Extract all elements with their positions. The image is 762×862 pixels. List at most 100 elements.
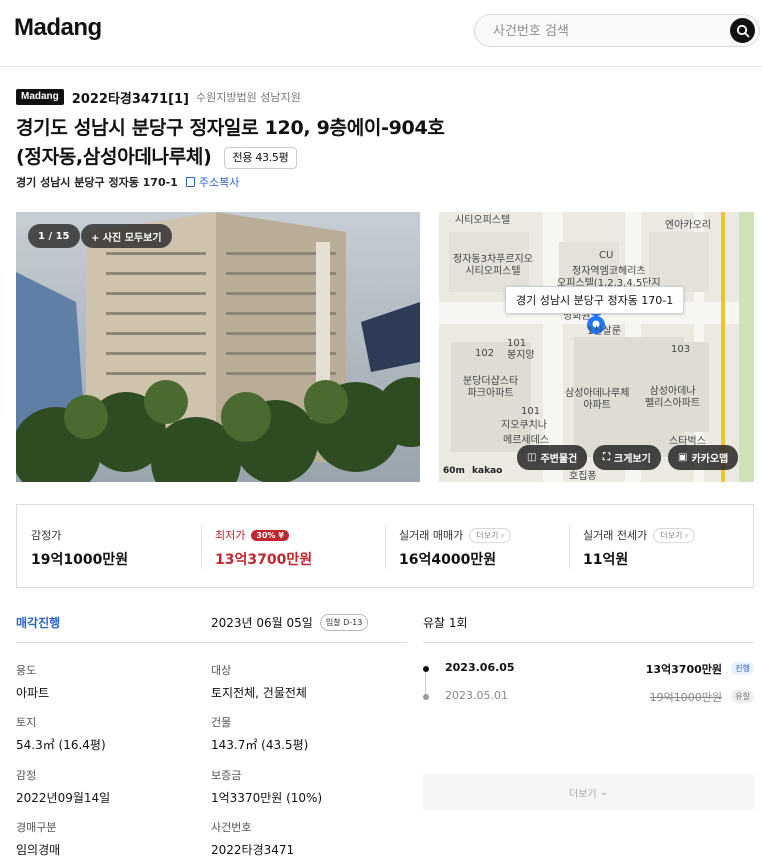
discount-percent: 30% bbox=[256, 530, 276, 540]
property-photo[interactable]: 1 / 15 + 사진 모두보기 bbox=[16, 212, 420, 482]
map-label: 삼성아데나 펠리스아파트 bbox=[645, 386, 701, 409]
enlarge-map-button[interactable]: ⛶ 크게보기 bbox=[593, 445, 661, 470]
title-line-1: 경기도 성남시 분당구 정자일로 120, 9층에이-904호 bbox=[16, 117, 445, 139]
usage-value: 아파트 bbox=[16, 686, 50, 700]
history-row: 2023.05.01 19억1000만원 유찰 bbox=[423, 689, 754, 705]
trade-price-label-row: 실거래 매매가 더보기 › bbox=[399, 527, 512, 543]
building-photo-image bbox=[16, 212, 420, 482]
land-label: 토지 bbox=[16, 716, 37, 729]
minimum-price: 최저가 30% ¥ 13억3700만원 bbox=[201, 505, 385, 589]
appraisal-date-label: 감정 bbox=[16, 769, 37, 782]
bus-icon: ▣ bbox=[678, 452, 688, 463]
title-line-2: (정자동,삼성아데나루체) bbox=[16, 146, 212, 168]
kakao-map-button[interactable]: ▣ 카카오맵 bbox=[668, 445, 739, 470]
building-label: 건물 bbox=[211, 716, 232, 729]
map-label: 1신살룬 bbox=[587, 326, 621, 337]
court-name: 수원지방법원 성남지원 bbox=[196, 91, 301, 104]
map-scale-value: 60m bbox=[443, 466, 465, 476]
fail-count: 유찰 1회 bbox=[423, 616, 468, 630]
history-status: 유찰 bbox=[731, 690, 754, 703]
top-header: Madang bbox=[0, 0, 762, 67]
history-price: 13억3700만원 bbox=[645, 663, 722, 676]
jibun-row: 경기 성남시 분당구 정자동 170-1 주소복사 bbox=[16, 174, 239, 190]
trade-price-label: 실거래 매매가 bbox=[399, 529, 464, 542]
map-label: 호집퐁 bbox=[569, 471, 597, 482]
appraisal-date-field: 감정 2022년09월14일 bbox=[16, 767, 110, 806]
property-title: 경기도 성남시 분당구 정자일로 120, 9층에이-904호 (정자동,삼성아… bbox=[16, 114, 445, 172]
map-label: 엔아카오리 bbox=[665, 220, 711, 231]
auction-type-field: 경매구분 임의경매 bbox=[16, 819, 60, 858]
appraisal-price-label: 감정가 bbox=[31, 529, 62, 542]
timeline-dot bbox=[423, 694, 429, 700]
jibun-address: 경기 성남시 분당구 정자동 170-1 bbox=[16, 176, 178, 189]
map-icon: ◫ bbox=[527, 452, 537, 463]
target-label: 대상 bbox=[211, 664, 232, 677]
trade-more-label: 더보기 bbox=[476, 530, 499, 540]
map-label: 봉지양 bbox=[507, 350, 535, 361]
search-icon bbox=[736, 24, 749, 37]
land-field: 토지 54.3㎡ (16.4평) bbox=[16, 714, 106, 753]
map-scale: 60m kakao bbox=[443, 466, 502, 476]
jeonse-price: 실거래 전세가 더보기 › 11억원 bbox=[569, 505, 753, 589]
usage-label: 용도 bbox=[16, 664, 37, 677]
appraisal-date-value: 2022년09월14일 bbox=[16, 791, 111, 805]
price-summary: 감정가 19억1000만원 최저가 30% ¥ 13억3700만원 실거래 매매… bbox=[16, 504, 754, 588]
history-row: 2023.06.05 13억3700만원 진행 bbox=[423, 661, 754, 677]
copy-icon bbox=[185, 177, 195, 187]
trade-price-value: 16억4000만원 bbox=[399, 552, 497, 568]
jeonse-more-button[interactable]: 더보기 › bbox=[653, 527, 696, 543]
search-input[interactable] bbox=[493, 21, 723, 41]
chevron-down-icon: ⌄ bbox=[599, 786, 608, 798]
expand-icon: ⛶ bbox=[603, 452, 610, 463]
jeonse-price-label-row: 실거래 전세가 더보기 › bbox=[583, 527, 696, 543]
case-number: 2022타경3471[1] bbox=[71, 91, 189, 107]
history-status: 진행 bbox=[731, 662, 754, 675]
minimum-price-label: 최저가 bbox=[215, 529, 246, 542]
minimum-price-label-row: 최저가 30% ¥ bbox=[215, 527, 289, 543]
history-divider bbox=[423, 642, 754, 643]
map-label: 분당더샵스타 파크아파트 bbox=[463, 376, 519, 399]
minimum-price-value: 13억3700만원 bbox=[215, 552, 313, 568]
auction-type-label: 경매구분 bbox=[16, 821, 57, 834]
info-divider bbox=[16, 642, 407, 643]
history-date: 2023.05.01 bbox=[445, 689, 508, 702]
discount-badge: 30% ¥ bbox=[251, 529, 289, 541]
appraisal-price: 감정가 19억1000만원 bbox=[17, 505, 201, 589]
photo-counter: 1 / 15 bbox=[28, 224, 80, 248]
target-value: 토지전체, 건물전체 bbox=[211, 686, 307, 700]
jeonse-more-label: 더보기 bbox=[660, 530, 683, 540]
map-label: 101 bbox=[521, 406, 541, 417]
map-address-tooltip: 경기 성남시 분당구 정자동 170-1 bbox=[505, 286, 685, 314]
madang-logo[interactable]: Madang bbox=[14, 14, 102, 42]
usage-field: 용도 아파트 bbox=[16, 662, 49, 701]
building-value: 143.7㎡ (43.5평) bbox=[211, 738, 309, 752]
map-label: 정자동3차푸르지오 시티오피스텔 bbox=[453, 254, 533, 277]
enlarge-map-label: 크게보기 bbox=[614, 454, 651, 465]
deposit-field: 보증금 1억3370만원 (10%) bbox=[211, 767, 322, 806]
view-all-photos-button[interactable]: + 사진 모두보기 bbox=[81, 224, 172, 248]
auction-date-row: 2023년 06월 05일 입찰 D-13 bbox=[211, 614, 369, 631]
history-more-label: 더보기 bbox=[569, 788, 597, 800]
madang-badge: Madang bbox=[16, 89, 64, 105]
map-canvas bbox=[439, 212, 754, 482]
location-map[interactable]: 시티오피스텔 엔아카오리 CU 정자동3차푸르지오 시티오피스텔 정자역엠코헤리… bbox=[439, 212, 754, 482]
dday-badge: 입찰 D-13 bbox=[319, 614, 369, 631]
area-chip: 전용 43.5평 bbox=[223, 146, 298, 169]
kakao-map-label: 카카오맵 bbox=[691, 454, 729, 465]
nearby-listings-button[interactable]: ◫ 주변물건 bbox=[517, 445, 588, 470]
copy-address-label: 주소복사 bbox=[198, 176, 240, 189]
appraisal-price-value: 19억1000만원 bbox=[31, 552, 129, 568]
auction-type-value: 임의경매 bbox=[16, 843, 61, 857]
map-label: CU bbox=[599, 250, 614, 261]
copy-address-button[interactable]: 주소복사 bbox=[185, 174, 240, 190]
target-field: 대상 토지전체, 건물전체 bbox=[211, 662, 307, 701]
land-value: 54.3㎡ (16.4평) bbox=[16, 738, 106, 752]
timeline-dot bbox=[423, 666, 429, 672]
map-provider: kakao bbox=[472, 466, 503, 476]
trade-more-button[interactable]: 더보기 › bbox=[469, 527, 512, 543]
map-label: 101 bbox=[507, 338, 527, 349]
jeonse-price-label: 실거래 전세가 bbox=[583, 529, 648, 542]
search-button[interactable] bbox=[730, 18, 755, 43]
history-more-button[interactable]: 더보기 ⌄ bbox=[423, 774, 754, 810]
case-number-field: 사건번호 2022타경3471 bbox=[211, 819, 294, 858]
